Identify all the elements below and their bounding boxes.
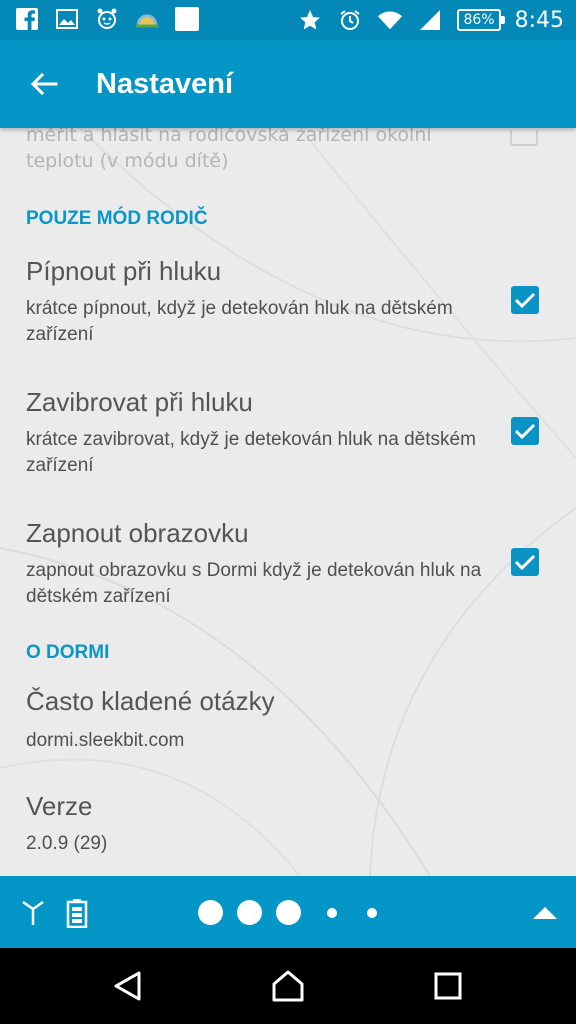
status-bar: 86% 8:45 (0, 0, 576, 40)
weather-icon (134, 6, 160, 32)
check-icon (514, 292, 536, 309)
notification-icons (14, 6, 200, 32)
faded-checkbox[interactable] (510, 130, 538, 146)
battery-level: 86% (463, 12, 495, 28)
page-dot-1[interactable] (198, 900, 223, 925)
pref-title: Často kladené otázky (26, 686, 275, 716)
checkbox-vibrate-on-noise[interactable] (511, 417, 539, 445)
status-time: 8:45 (514, 7, 564, 33)
pref-summary: krátce zavibrovat, když je detekován hlu… (26, 429, 476, 476)
pref-title: Zapnout obrazovku (26, 518, 249, 548)
check-icon (514, 554, 536, 571)
pref-summary: dormi.sleekbit.com (26, 730, 185, 751)
battery-status-icon[interactable] (62, 898, 92, 928)
battery-icon: 86% (457, 9, 505, 31)
pref-turn-on-screen[interactable]: Zapnout obrazovku zapnout obrazovku s Do… (0, 518, 576, 638)
pref-summary: krátce pípnout, když je detekován hluk n… (26, 298, 453, 345)
nav-home-icon (272, 970, 304, 1002)
star-icon (297, 7, 323, 33)
section-header-parent-only: POUZE MÓD RODIČ (26, 208, 208, 229)
app-bar: Nastavení (0, 40, 576, 128)
check-icon (514, 423, 536, 440)
nav-back-button[interactable] (104, 964, 152, 1008)
nav-home-button[interactable] (264, 964, 312, 1008)
settings-list[interactable]: měřit a hlásit na rodičovská zařízení ok… (0, 128, 576, 876)
pref-summary: 2.0.9 (29) (26, 833, 108, 854)
back-button[interactable] (22, 64, 66, 104)
bottom-control-strip (0, 876, 576, 948)
signal-icon (417, 7, 443, 33)
page-dot-5[interactable] (367, 907, 377, 918)
blank-notification-icon (174, 6, 200, 32)
pref-title: Zavibrovat při hluku (26, 387, 253, 417)
pref-vibrate-on-noise[interactable]: Zavibrovat při hluku krátce zavibrovat, … (0, 387, 576, 507)
pref-faq[interactable]: Často kladené otázky dormi.sleekbit.com (0, 686, 576, 776)
checkbox-beep-on-noise[interactable] (511, 286, 539, 314)
faded-pref-summary: měřit a hlásit na rodičovská zařízení ok… (26, 128, 432, 172)
pref-summary: zapnout obrazovku s Dormi když je deteko… (26, 560, 482, 607)
section-header-about: O DORMI (26, 642, 110, 663)
pref-beep-on-noise[interactable]: Pípnout při hluku krátce pípnout, když j… (0, 256, 576, 376)
alarm-clock-app-icon (94, 6, 120, 32)
expand-up-icon[interactable] (530, 898, 560, 928)
page-dot-4[interactable] (327, 907, 337, 918)
pref-title: Verze (26, 791, 93, 821)
page-dot-2[interactable] (237, 900, 262, 925)
pref-title: Pípnout při hluku (26, 256, 222, 286)
checkbox-turn-on-screen[interactable] (511, 548, 539, 576)
nav-recents-icon (434, 972, 462, 1000)
page-title: Nastavení (96, 68, 234, 100)
page-dot-3[interactable] (276, 900, 301, 925)
page-indicator (198, 900, 389, 925)
navigation-bar (0, 948, 576, 1024)
system-icons: 86% 8:45 (297, 6, 564, 34)
gallery-icon (54, 6, 80, 32)
facebook-icon (14, 6, 40, 32)
arrow-back-icon (30, 72, 58, 96)
nav-recents-button[interactable] (424, 964, 472, 1008)
wifi-icon (377, 7, 403, 33)
alarm-icon (337, 7, 363, 33)
pref-version[interactable]: Verze 2.0.9 (29) (0, 791, 576, 871)
nav-back-icon (114, 971, 141, 1001)
antenna-icon[interactable] (18, 898, 48, 928)
